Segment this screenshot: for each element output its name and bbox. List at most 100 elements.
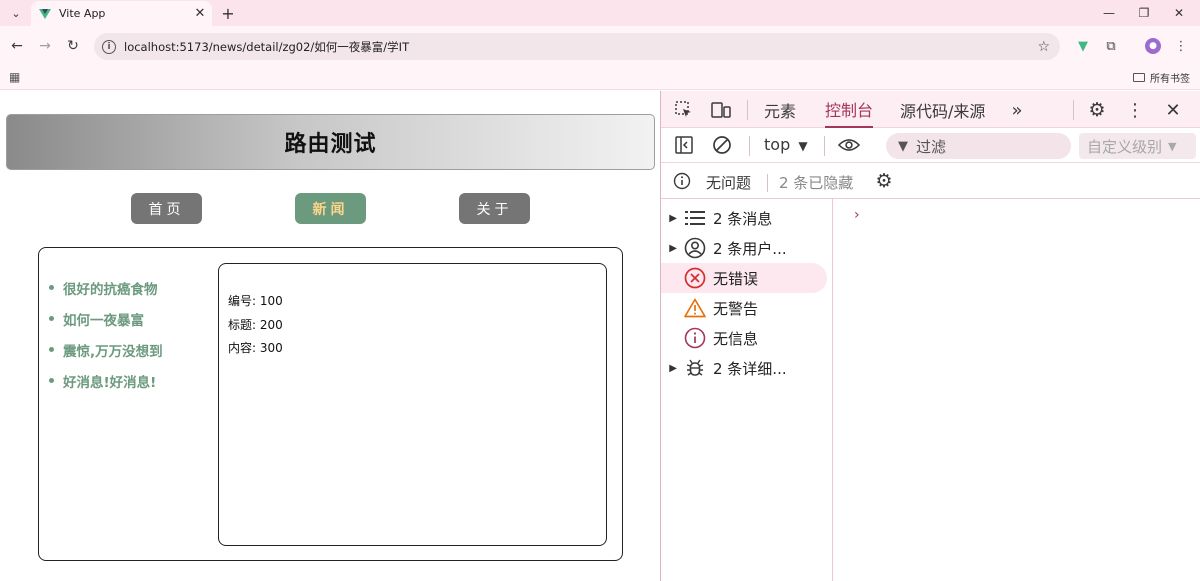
divider	[747, 100, 748, 120]
console-settings-gear-icon[interactable]: ⚙	[873, 170, 895, 192]
divider	[824, 136, 825, 156]
more-tabs-icon[interactable]: »	[1006, 99, 1028, 121]
hidden-messages-count: 2 条已隐藏	[779, 174, 854, 192]
tab-title: Vite App	[59, 7, 106, 20]
tab-sources[interactable]: 源代码/来源	[900, 91, 985, 128]
divider	[1073, 100, 1074, 120]
restore-button[interactable]: ❐	[1127, 2, 1161, 24]
sidebar-item-label: 无警告	[713, 299, 759, 318]
news-link[interactable]: 震惊,万万没想到	[47, 340, 163, 371]
sidebar-item-label: 无错误	[713, 269, 759, 288]
bookmarks-bar: ▦ 所有书签	[0, 66, 1200, 90]
list-icon	[683, 207, 707, 229]
console-status-bar: 无问题 2 条已隐藏 ⚙	[661, 163, 1200, 199]
browser-menu-icon[interactable]: ⋮	[1172, 37, 1190, 55]
minimize-button[interactable]: —	[1092, 2, 1126, 24]
news-container: 很好的抗癌食物 如何一夜暴富 震惊,万万没想到 好消息!好消息! 编号: 100…	[38, 247, 623, 561]
sidebar-item-info[interactable]: 无信息	[661, 323, 827, 353]
sidebar-item-label: 无信息	[713, 329, 759, 348]
news-list: 很好的抗癌食物 如何一夜暴富 震惊,万万没想到 好消息!好消息!	[47, 278, 163, 402]
log-levels-dropdown[interactable]: 自定义级别 ▼	[1079, 133, 1196, 159]
sidebar-item-messages[interactable]: ▶ 2 条消息	[661, 203, 827, 233]
warning-icon	[683, 297, 707, 319]
reload-button[interactable]: ↻	[62, 35, 84, 57]
devtools-panel: 元素 控制台 源代码/来源 » ⚙ ⋮ ✕ top ▼ ▼ 过滤 自定义级别 ▼	[660, 91, 1200, 581]
detail-id: 编号: 100	[228, 294, 283, 308]
new-tab-button[interactable]: +	[218, 3, 238, 23]
devtools-tab-bar: 元素 控制台 源代码/来源 » ⚙ ⋮ ✕	[661, 91, 1200, 128]
console-sidebar: ▶ 2 条消息 ▶ 2 条用户... 无错误 无警告 无信息 ▶ 2 条详细..…	[661, 199, 833, 581]
context-label: top	[764, 135, 791, 154]
divider	[767, 174, 768, 192]
close-devtools-icon[interactable]: ✕	[1162, 99, 1184, 121]
back-button[interactable]: ←	[6, 35, 28, 57]
user-icon	[683, 237, 707, 259]
sidebar-item-label: 2 条消息	[713, 209, 773, 228]
levels-label: 自定义级别	[1087, 137, 1163, 156]
nav-link-home[interactable]: 首页	[131, 193, 202, 224]
context-selector[interactable]: top ▼	[764, 135, 808, 154]
device-toolbar-icon[interactable]	[710, 99, 732, 121]
console-toolbar: top ▼ ▼ 过滤 自定义级别 ▼	[661, 128, 1200, 163]
info-icon	[683, 327, 707, 349]
info-circle-icon	[671, 170, 693, 192]
dropdown-arrow-icon: ▼	[1168, 139, 1177, 153]
vue-devtools-extension-icon[interactable]: ▼	[1074, 37, 1092, 55]
address-bar[interactable]: i localhost:5173/news/detail/zg02/如何一夜暴富…	[94, 33, 1060, 60]
sidebar-item-label: 2 条用户...	[713, 239, 787, 258]
filter-funnel-icon: ▼	[898, 138, 908, 154]
all-bookmarks-label: 所有书签	[1150, 74, 1190, 85]
vite-logo-icon	[39, 8, 51, 19]
profile-avatar[interactable]: ●	[1145, 38, 1161, 54]
dropdown-arrow-icon: ▼	[798, 139, 808, 153]
all-bookmarks-button[interactable]: 所有书签	[1133, 70, 1190, 85]
folder-icon	[1133, 73, 1145, 82]
nav-link-news[interactable]: 新闻	[295, 193, 366, 224]
inspect-element-icon[interactable]	[673, 99, 695, 121]
clear-console-icon[interactable]	[711, 134, 733, 156]
news-link[interactable]: 好消息!好消息!	[47, 371, 163, 402]
tab-close-icon[interactable]: ✕	[192, 6, 208, 21]
sidebar-item-user-messages[interactable]: ▶ 2 条用户...	[661, 233, 827, 263]
page-banner: 路由测试	[6, 114, 655, 170]
console-prompt-chevron-icon[interactable]: ›	[854, 207, 860, 223]
console-filter-input[interactable]: ▼ 过滤	[886, 133, 1071, 159]
tab-console[interactable]: 控制台	[825, 91, 874, 128]
apps-grid-icon[interactable]: ▦	[9, 70, 20, 84]
tab-elements[interactable]: 元素	[764, 91, 796, 128]
sidebar-toggle-icon[interactable]	[673, 134, 695, 156]
bug-icon	[683, 357, 707, 379]
page-title: 路由测试	[284, 132, 377, 157]
settings-gear-icon[interactable]: ⚙	[1086, 99, 1108, 121]
sidebar-item-errors[interactable]: 无错误	[661, 263, 827, 293]
browser-tab[interactable]: Vite App ✕	[31, 1, 212, 26]
issues-count[interactable]: 无问题	[706, 172, 751, 193]
filter-placeholder: 过滤	[916, 137, 947, 156]
sidebar-item-warnings[interactable]: 无警告	[661, 293, 827, 323]
nav-link-about[interactable]: 关于	[459, 193, 530, 224]
sidebar-item-label: 2 条详细...	[713, 359, 787, 378]
detail-content: 内容: 300	[228, 341, 283, 355]
expand-arrow-icon[interactable]: ▶	[661, 363, 683, 374]
forward-button[interactable]: →	[34, 35, 56, 57]
tab-strip: ⌄ Vite App ✕ + — ❐ ✕	[0, 0, 1200, 26]
news-detail-panel: 编号: 100 标题: 200 内容: 300	[218, 263, 607, 546]
divider	[749, 136, 750, 156]
extensions-icon[interactable]: ⧉	[1102, 37, 1120, 55]
news-link[interactable]: 如何一夜暴富	[47, 309, 163, 340]
error-icon	[683, 267, 707, 289]
sidebar-item-verbose[interactable]: ▶ 2 条详细...	[661, 353, 827, 383]
expand-arrow-icon[interactable]: ▶	[661, 243, 683, 254]
url-text[interactable]: localhost:5173/news/detail/zg02/如何一夜暴富/学…	[124, 39, 1037, 55]
more-options-icon[interactable]: ⋮	[1124, 99, 1146, 121]
live-expression-eye-icon[interactable]	[838, 134, 860, 156]
news-link[interactable]: 很好的抗癌食物	[47, 278, 163, 309]
page-viewport: 路由测试 首页 新闻 关于 很好的抗癌食物 如何一夜暴富 震惊,万万没想到 好消…	[0, 91, 660, 581]
expand-arrow-icon[interactable]: ▶	[661, 213, 683, 224]
detail-title: 标题: 200	[228, 317, 283, 332]
browser-toolbar: ← → ↻ i localhost:5173/news/detail/zg02/…	[0, 26, 1200, 66]
close-window-button[interactable]: ✕	[1162, 2, 1196, 24]
tab-search-icon[interactable]: ⌄	[6, 4, 26, 22]
bookmark-star-icon[interactable]: ☆	[1037, 39, 1050, 55]
site-info-icon[interactable]: i	[102, 39, 116, 54]
